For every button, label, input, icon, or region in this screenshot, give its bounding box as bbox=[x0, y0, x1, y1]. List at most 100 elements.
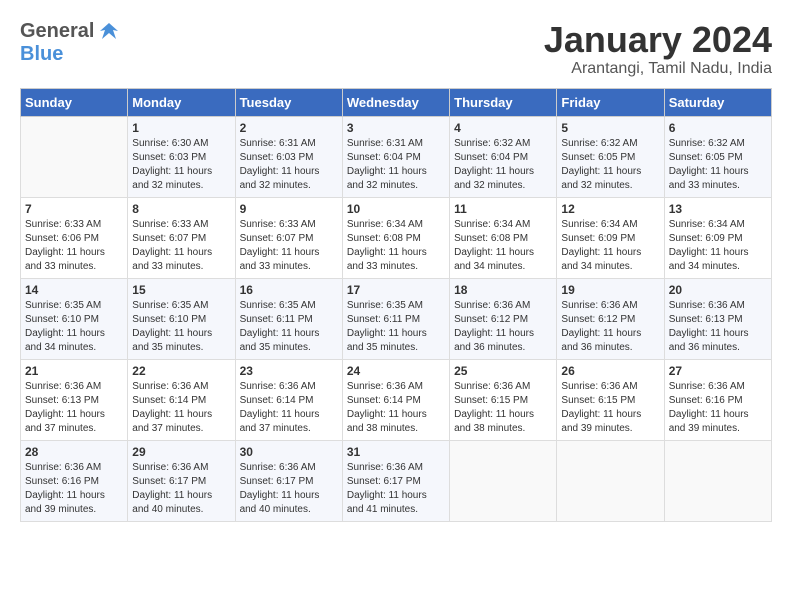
calendar-cell: 21Sunrise: 6:36 AMSunset: 6:13 PMDayligh… bbox=[21, 359, 128, 440]
day-info: Sunrise: 6:32 AMSunset: 6:05 PMDaylight:… bbox=[561, 137, 659, 193]
calendar-cell: 6 Sunrise: 6:32 AMSunset: 6:05 PMDaylight… bbox=[664, 116, 771, 197]
calendar-cell: 22 Sunrise: 6:36 AMSunset: 6:14 PMDayligh… bbox=[128, 359, 235, 440]
day-info: Sunrise: 6:35 AMSunset: 6:11 PMDaylight:… bbox=[347, 299, 445, 355]
day-info: Sunrise: 6:34 AMSunset: 6:08 PMDaylight:… bbox=[347, 218, 445, 274]
day-number: 28 bbox=[25, 445, 123, 459]
day-number: 20 bbox=[669, 283, 767, 297]
calendar-cell: 31 Sunrise: 6:36 AMSunset: 6:17 PMDayligh… bbox=[342, 440, 449, 521]
day-number: 26 bbox=[561, 364, 659, 378]
calendar-cell: 14 Sunrise: 6:35 AMSunset: 6:10 PMDayligh… bbox=[21, 278, 128, 359]
calendar-subtitle: Arantangi, Tamil Nadu, India bbox=[544, 60, 772, 78]
calendar-cell: 12 Sunrise: 6:34 AMSunset: 6:09 PMDayligh… bbox=[557, 197, 664, 278]
day-number: 17 bbox=[347, 283, 445, 297]
day-info: Sunrise: 6:34 AMSunset: 6:08 PMDaylight:… bbox=[454, 218, 552, 274]
day-number: 18 bbox=[454, 283, 552, 297]
day-number: 14 bbox=[25, 283, 123, 297]
calendar-cell: 2Sunrise: 6:31 AMSunset: 6:03 PMDaylight… bbox=[235, 116, 342, 197]
calendar-cell: 11Sunrise: 6:34 AMSunset: 6:08 PMDayligh… bbox=[450, 197, 557, 278]
page-header: General Blue January 2024 Arantangi, Tam… bbox=[20, 20, 772, 78]
day-info: Sunrise: 6:34 AMSunset: 6:09 PMDaylight:… bbox=[669, 218, 767, 274]
day-info: Sunrise: 6:31 AMSunset: 6:03 PMDaylight:… bbox=[240, 137, 338, 193]
col-header-saturday: Saturday bbox=[664, 88, 771, 116]
day-number: 24 bbox=[347, 364, 445, 378]
calendar-cell: 16Sunrise: 6:35 AMSunset: 6:11 PMDayligh… bbox=[235, 278, 342, 359]
calendar-cell: 8 Sunrise: 6:33 AMSunset: 6:07 PMDaylight… bbox=[128, 197, 235, 278]
logo-general: General bbox=[20, 20, 94, 43]
calendar-week-row: 1 Sunrise: 6:30 AMSunset: 6:03 PMDaylight… bbox=[21, 116, 772, 197]
day-number: 27 bbox=[669, 364, 767, 378]
day-number: 31 bbox=[347, 445, 445, 459]
day-info: Sunrise: 6:36 AMSunset: 6:14 PMDaylight:… bbox=[347, 380, 445, 436]
day-number: 30 bbox=[240, 445, 338, 459]
day-info: Sunrise: 6:36 AMSunset: 6:12 PMDaylight:… bbox=[454, 299, 552, 355]
calendar-title: January 2024 bbox=[544, 20, 772, 60]
day-number: 1 bbox=[132, 121, 230, 135]
day-number: 6 bbox=[669, 121, 767, 135]
day-info: Sunrise: 6:31 AMSunset: 6:04 PMDaylight:… bbox=[347, 137, 445, 193]
day-info: Sunrise: 6:36 AMSunset: 6:12 PMDaylight:… bbox=[561, 299, 659, 355]
day-number: 3 bbox=[347, 121, 445, 135]
day-number: 9 bbox=[240, 202, 338, 216]
day-number: 21 bbox=[25, 364, 123, 378]
day-number: 25 bbox=[454, 364, 552, 378]
day-number: 10 bbox=[347, 202, 445, 216]
calendar-cell: 13 Sunrise: 6:34 AMSunset: 6:09 PMDayligh… bbox=[664, 197, 771, 278]
calendar-cell: 25 Sunrise: 6:36 AMSunset: 6:15 PMDayligh… bbox=[450, 359, 557, 440]
calendar-cell: 29 Sunrise: 6:36 AMSunset: 6:17 PMDayligh… bbox=[128, 440, 235, 521]
col-header-thursday: Thursday bbox=[450, 88, 557, 116]
day-number: 23 bbox=[240, 364, 338, 378]
day-number: 29 bbox=[132, 445, 230, 459]
day-number: 8 bbox=[132, 202, 230, 216]
calendar-cell: 27 Sunrise: 6:36 AMSunset: 6:16 PMDayligh… bbox=[664, 359, 771, 440]
calendar-cell: 9 Sunrise: 6:33 AMSunset: 6:07 PMDaylight… bbox=[235, 197, 342, 278]
day-info: Sunrise: 6:32 AMSunset: 6:04 PMDaylight:… bbox=[454, 137, 552, 193]
calendar-cell: 1 Sunrise: 6:30 AMSunset: 6:03 PMDaylight… bbox=[128, 116, 235, 197]
day-info: Sunrise: 6:36 AMSunset: 6:16 PMDaylight:… bbox=[669, 380, 767, 436]
calendar-cell bbox=[21, 116, 128, 197]
day-number: 12 bbox=[561, 202, 659, 216]
day-number: 16 bbox=[240, 283, 338, 297]
calendar-cell: 26 Sunrise: 6:36 AMSunset: 6:15 PMDayligh… bbox=[557, 359, 664, 440]
calendar-cell: 20Sunrise: 6:36 AMSunset: 6:13 PMDayligh… bbox=[664, 278, 771, 359]
calendar-cell bbox=[664, 440, 771, 521]
calendar-cell bbox=[450, 440, 557, 521]
day-info: Sunrise: 6:35 AMSunset: 6:10 PMDaylight:… bbox=[132, 299, 230, 355]
calendar-week-row: 14 Sunrise: 6:35 AMSunset: 6:10 PMDayligh… bbox=[21, 278, 772, 359]
calendar-cell: 4Sunrise: 6:32 AMSunset: 6:04 PMDaylight… bbox=[450, 116, 557, 197]
logo-bird-icon bbox=[98, 21, 120, 43]
day-info: Sunrise: 6:34 AMSunset: 6:09 PMDaylight:… bbox=[561, 218, 659, 274]
col-header-wednesday: Wednesday bbox=[342, 88, 449, 116]
day-number: 22 bbox=[132, 364, 230, 378]
col-header-tuesday: Tuesday bbox=[235, 88, 342, 116]
day-info: Sunrise: 6:36 AMSunset: 6:17 PMDaylight:… bbox=[132, 461, 230, 517]
calendar-cell: 5Sunrise: 6:32 AMSunset: 6:05 PMDaylight… bbox=[557, 116, 664, 197]
col-header-friday: Friday bbox=[557, 88, 664, 116]
day-info: Sunrise: 6:33 AMSunset: 6:07 PMDaylight:… bbox=[132, 218, 230, 274]
day-info: Sunrise: 6:36 AMSunset: 6:14 PMDaylight:… bbox=[132, 380, 230, 436]
day-info: Sunrise: 6:33 AMSunset: 6:07 PMDaylight:… bbox=[240, 218, 338, 274]
calendar-table: SundayMondayTuesdayWednesdayThursdayFrid… bbox=[20, 88, 772, 522]
calendar-cell: 30 Sunrise: 6:36 AMSunset: 6:17 PMDayligh… bbox=[235, 440, 342, 521]
day-number: 15 bbox=[132, 283, 230, 297]
calendar-header-row: SundayMondayTuesdayWednesdayThursdayFrid… bbox=[21, 88, 772, 116]
day-info: Sunrise: 6:36 AMSunset: 6:17 PMDaylight:… bbox=[347, 461, 445, 517]
calendar-week-row: 7Sunrise: 6:33 AMSunset: 6:06 PMDaylight… bbox=[21, 197, 772, 278]
day-info: Sunrise: 6:36 AMSunset: 6:15 PMDaylight:… bbox=[454, 380, 552, 436]
day-info: Sunrise: 6:35 AMSunset: 6:10 PMDaylight:… bbox=[25, 299, 123, 355]
calendar-cell: 18 Sunrise: 6:36 AMSunset: 6:12 PMDayligh… bbox=[450, 278, 557, 359]
calendar-cell: 17 Sunrise: 6:35 AMSunset: 6:11 PMDayligh… bbox=[342, 278, 449, 359]
calendar-week-row: 28Sunrise: 6:36 AMSunset: 6:16 PMDayligh… bbox=[21, 440, 772, 521]
calendar-cell: 15 Sunrise: 6:35 AMSunset: 6:10 PMDayligh… bbox=[128, 278, 235, 359]
calendar-title-area: January 2024 Arantangi, Tamil Nadu, Indi… bbox=[544, 20, 772, 78]
day-info: Sunrise: 6:36 AMSunset: 6:17 PMDaylight:… bbox=[240, 461, 338, 517]
day-info: Sunrise: 6:32 AMSunset: 6:05 PMDaylight:… bbox=[669, 137, 767, 193]
day-info: Sunrise: 6:36 AMSunset: 6:14 PMDaylight:… bbox=[240, 380, 338, 436]
day-info: Sunrise: 6:33 AMSunset: 6:06 PMDaylight:… bbox=[25, 218, 123, 274]
day-info: Sunrise: 6:36 AMSunset: 6:15 PMDaylight:… bbox=[561, 380, 659, 436]
day-number: 13 bbox=[669, 202, 767, 216]
logo: General Blue bbox=[20, 20, 120, 66]
calendar-week-row: 21Sunrise: 6:36 AMSunset: 6:13 PMDayligh… bbox=[21, 359, 772, 440]
calendar-cell: 28Sunrise: 6:36 AMSunset: 6:16 PMDayligh… bbox=[21, 440, 128, 521]
calendar-cell: 24 Sunrise: 6:36 AMSunset: 6:14 PMDayligh… bbox=[342, 359, 449, 440]
day-info: Sunrise: 6:30 AMSunset: 6:03 PMDaylight:… bbox=[132, 137, 230, 193]
